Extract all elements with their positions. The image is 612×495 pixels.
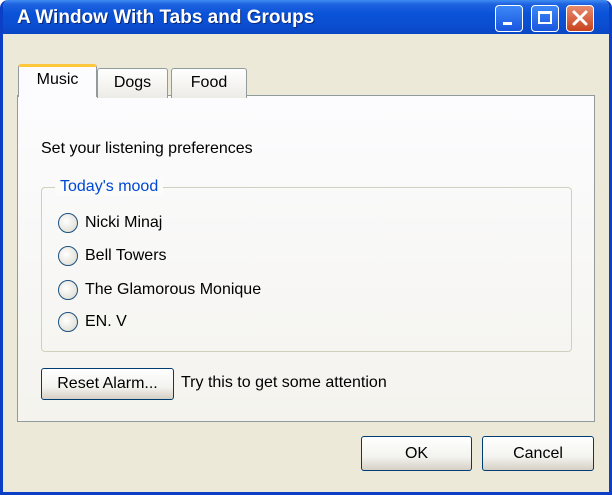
radio-button[interactable] — [58, 213, 78, 233]
title-bar[interactable]: A Window With Tabs and Groups — [3, 0, 609, 34]
minimize-button[interactable] — [495, 5, 523, 32]
radio-label: Bell Towers — [85, 247, 167, 264]
radio-button[interactable] — [58, 280, 78, 300]
tab-food[interactable]: Food — [171, 68, 247, 98]
close-icon — [572, 10, 588, 26]
minimize-icon — [503, 22, 512, 25]
radio-label: EN. V — [85, 313, 127, 330]
radio-button[interactable] — [58, 312, 78, 332]
preferences-heading: Set your listening preferences — [41, 140, 253, 157]
close-button[interactable] — [566, 5, 594, 32]
window-title: A Window With Tabs and Groups — [17, 7, 315, 28]
radio-label: Nicki Minaj — [85, 214, 163, 231]
maximize-icon — [538, 11, 552, 24]
radio-button[interactable] — [58, 246, 78, 266]
ok-button[interactable]: OK — [361, 436, 472, 471]
reset-alarm-button[interactable]: Reset Alarm... — [41, 368, 174, 400]
tab-dogs[interactable]: Dogs — [97, 68, 168, 98]
radio-label: The Glamorous Monique — [85, 281, 262, 298]
reset-hint-text: Try this to get some attention — [181, 374, 387, 391]
maximize-button[interactable] — [531, 5, 559, 32]
tab-music[interactable]: Music — [18, 64, 97, 97]
cancel-button[interactable]: Cancel — [482, 436, 594, 471]
mood-group-title: Today's mood — [55, 178, 164, 196]
